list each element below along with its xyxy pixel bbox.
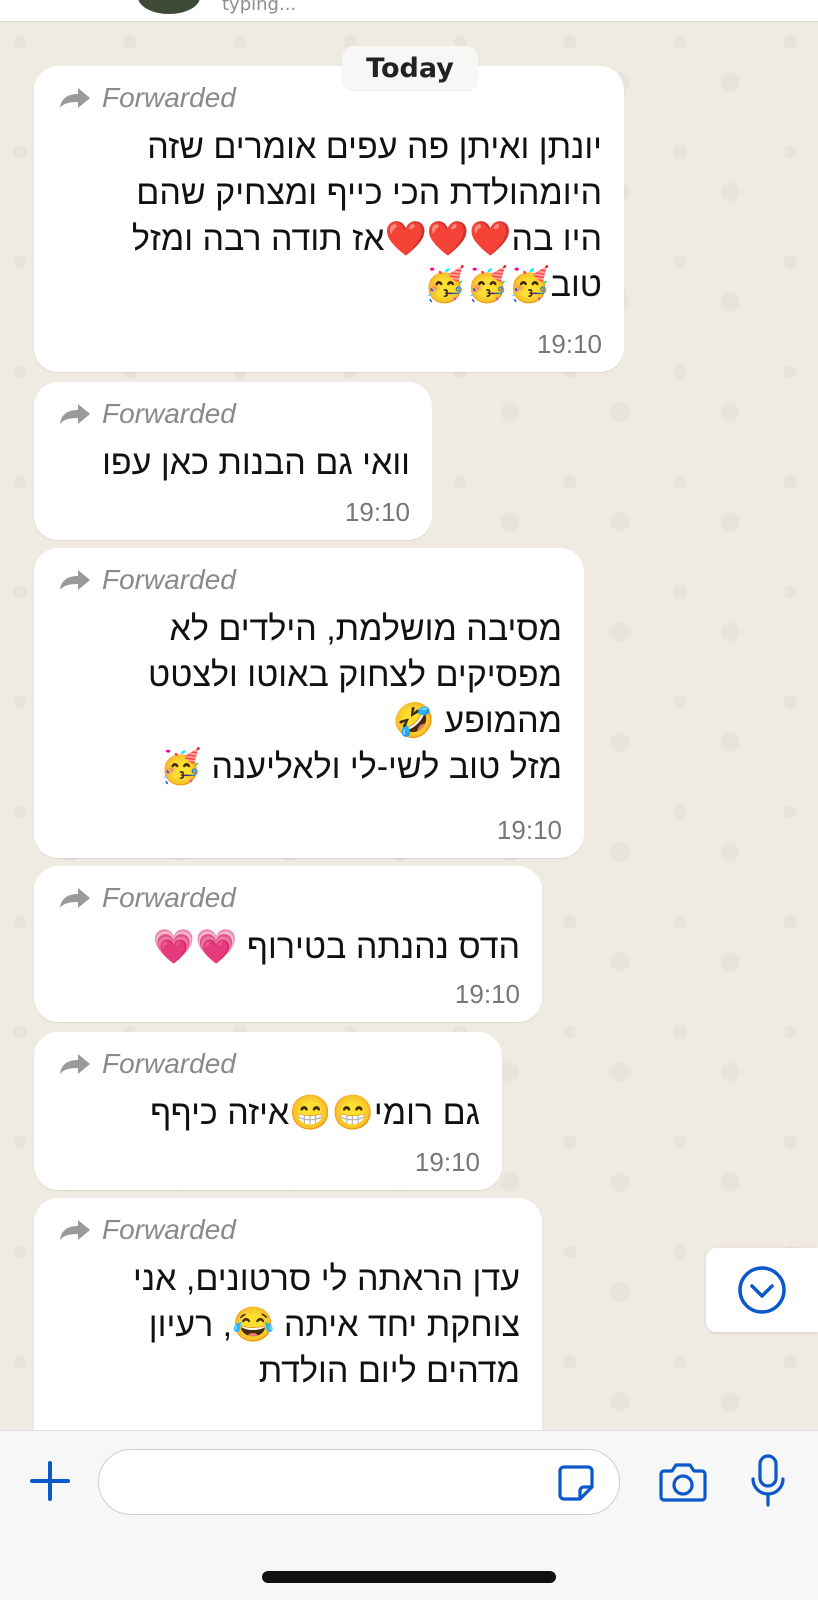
message-text: עדן הראתה לי סרטונים, אני צוחקת יחד איתה… [133, 1256, 520, 1394]
forward-arrow-icon [60, 1054, 90, 1074]
forwarded-text: Forwarded [102, 1214, 236, 1245]
message-line: טוב🥳🥳🥳 [423, 266, 602, 304]
forwarded-label: Forwarded [58, 882, 236, 914]
message-time: 19:10 [414, 1147, 480, 1177]
message-line: וואי גם הבנות כאן עפו [102, 444, 410, 482]
forward-arrow-icon [60, 888, 90, 908]
message-line: צוחקת יחד איתה 😂, רעיון [148, 1306, 520, 1344]
message-time: 19:10 [536, 329, 602, 359]
chevron-down-circle-icon [738, 1266, 786, 1314]
forwarded-label: Forwarded [58, 564, 236, 596]
message-bubble[interactable]: Forwarded גם רומי😁😁איזה כיףף 19:10 [34, 1032, 502, 1190]
forwarded-text: Forwarded [102, 1048, 236, 1079]
message-line: מהמופע 🤣 [392, 702, 562, 740]
message-bubble[interactable]: Forwarded הדס נהנתה בטירוף 💗💗 19:10 [34, 866, 542, 1022]
chat-header: typing... [0, 0, 818, 22]
sticker-icon[interactable] [556, 1463, 596, 1503]
plus-icon[interactable] [26, 1457, 74, 1505]
forward-arrow-icon [60, 88, 90, 108]
forwarded-text: Forwarded [102, 564, 236, 595]
forwarded-label: Forwarded [58, 398, 236, 430]
forward-arrow-icon [60, 404, 90, 424]
message-time: 19:10 [344, 497, 410, 527]
scroll-to-bottom-button[interactable] [706, 1248, 818, 1332]
message-line: יונתן ואיתן פה עפים אומרים שזה [147, 128, 602, 166]
camera-icon[interactable] [658, 1459, 708, 1503]
message-text: גם רומי😁😁איזה כיףף [150, 1090, 480, 1136]
message-input[interactable] [98, 1449, 620, 1515]
message-line: עדן הראתה לי סרטונים, אני [133, 1260, 520, 1298]
message-list[interactable]: Today Forwarded יונתן ואיתן פה עפים אומר… [0, 22, 818, 1430]
message-bubble[interactable]: Forwarded עדן הראתה לי סרטונים, אני צוחק… [34, 1198, 542, 1430]
message-bubble[interactable]: Forwarded וואי גם הבנות כאן עפו 19:10 [34, 382, 432, 540]
message-line: היומהולדת הכי כייף ומצחיק שהם [136, 174, 602, 212]
message-line: מדהים ליום הולדת [258, 1352, 520, 1390]
message-text: יונתן ואיתן פה עפים אומרים שזה היומהולדת… [132, 124, 602, 308]
message-text: וואי גם הבנות כאן עפו [102, 440, 410, 486]
message-line: הדס נהנתה בטירוף 💗💗 [152, 928, 520, 966]
message-line: גם רומי😁😁איזה כיףף [150, 1094, 480, 1132]
forwarded-text: Forwarded [102, 882, 236, 913]
composer-bar [0, 1430, 818, 1600]
forward-arrow-icon [60, 1220, 90, 1240]
message-line: מזל טוב לשי-לי ולאליענה 🥳 [159, 748, 562, 786]
message-bubble[interactable]: Forwarded יונתן ואיתן פה עפים אומרים שזה… [34, 66, 624, 372]
contact-avatar[interactable] [138, 0, 200, 14]
forward-arrow-icon [60, 570, 90, 590]
forwarded-label: Forwarded [58, 1048, 236, 1080]
message-line: מסיבה מושלמת, הילדים לא [169, 610, 562, 648]
message-time: 19:10 [496, 815, 562, 845]
message-line: היו בה❤️❤️❤️אז תודה רבה ומזל [131, 220, 602, 258]
message-bubble[interactable]: Forwarded מסיבה מושלמת, הילדים לא מפסיקי… [34, 548, 584, 858]
home-indicator [262, 1571, 556, 1583]
message-line: מפסיקים לצחוק באוטו ולצטט [148, 656, 562, 694]
message-text: הדס נהנתה בטירוף 💗💗 [153, 924, 520, 970]
message-text: מסיבה מושלמת, הילדים לא מפסיקים לצחוק בא… [148, 606, 562, 790]
date-separator: Today [342, 46, 478, 90]
forwarded-label: Forwarded [58, 82, 236, 114]
forwarded-label: Forwarded [58, 1214, 236, 1246]
message-time: 19:10 [454, 979, 520, 1009]
microphone-icon[interactable] [748, 1453, 788, 1509]
forwarded-text: Forwarded [102, 398, 236, 429]
typing-status: typing... [222, 0, 297, 15]
forwarded-text: Forwarded [102, 82, 236, 113]
